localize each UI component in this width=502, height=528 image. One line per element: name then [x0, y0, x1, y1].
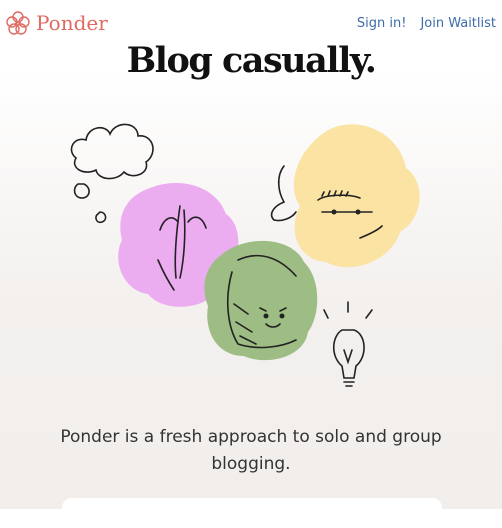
join-waitlist-link[interactable]: Join Waitlist — [420, 16, 496, 31]
signup-card — [62, 498, 442, 528]
yellow-face-icon — [270, 124, 420, 268]
hero-tagline: Ponder is a fresh approach to solo and g… — [60, 427, 442, 474]
hero-headline: Blog casually. — [126, 40, 377, 81]
brand-name: Ponder — [36, 11, 108, 35]
brand-logo[interactable]: Ponder — [4, 9, 108, 37]
green-face-icon — [204, 240, 318, 361]
hero-illustration — [70, 123, 420, 387]
nav-links: Sign in! Join Waitlist — [357, 16, 496, 31]
lightbulb-icon — [323, 301, 373, 387]
flower-logo-icon — [6, 11, 30, 35]
sign-in-link[interactable]: Sign in! — [357, 16, 407, 31]
